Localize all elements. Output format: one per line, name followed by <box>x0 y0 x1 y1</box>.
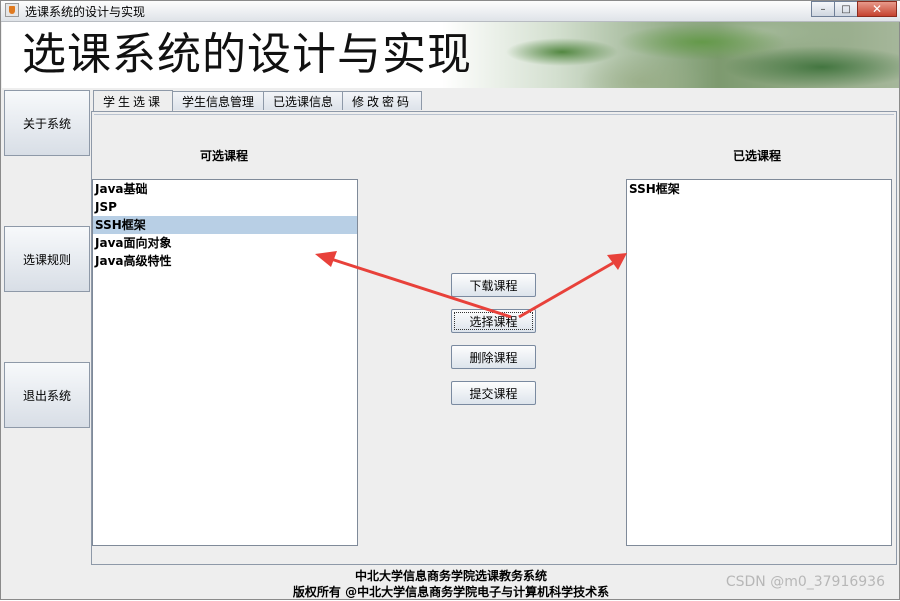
header-banner: 选课系统的设计与实现 <box>2 22 899 88</box>
minimize-button[interactable]: – <box>811 1 835 17</box>
watermark: CSDN @m0_37916936 <box>725 574 885 590</box>
java-cup-icon <box>5 3 19 17</box>
list-item[interactable]: SSH框架 <box>627 180 891 198</box>
palm-leaves-image <box>442 22 899 88</box>
list-item[interactable]: Java面向对象 <box>93 234 357 252</box>
list-item[interactable]: Java高级特性 <box>93 252 357 270</box>
delete-course-button[interactable]: 删除课程 <box>451 345 536 369</box>
title-bar[interactable]: 选课系统的设计与实现 – □ ✕ <box>1 1 900 22</box>
download-course-button[interactable]: 下载课程 <box>451 273 536 297</box>
close-button[interactable]: ✕ <box>857 1 897 17</box>
select-course-button[interactable]: 选择课程 <box>451 309 536 333</box>
selected-courses-list[interactable]: SSH框架 <box>626 179 892 546</box>
selected-courses-label: 已选课程 <box>733 149 782 163</box>
list-item[interactable]: SSH框架 <box>93 216 357 234</box>
course-rules-button[interactable]: 选课规则 <box>4 226 90 292</box>
window-title: 选课系统的设计与实现 <box>25 5 146 19</box>
available-courses-list[interactable]: Java基础 JSP SSH框架 Java面向对象 Java高级特性 <box>92 179 358 546</box>
about-system-button[interactable]: 关于系统 <box>4 90 90 156</box>
tab-bar: 学生选课 学生信息管理 已选课信息 修改密码 <box>93 90 423 111</box>
maximize-button[interactable]: □ <box>834 1 858 17</box>
available-courses-label: 可选课程 <box>200 149 249 163</box>
tab-student-info-management[interactable]: 学生信息管理 <box>172 91 265 110</box>
tab-selected-course-info[interactable]: 已选课信息 <box>263 91 344 110</box>
application-window: 选课系统的设计与实现 – □ ✕ 选课系统的设计与实现 关于系统 选课规则 退出… <box>0 0 900 600</box>
exit-system-button[interactable]: 退出系统 <box>4 362 90 428</box>
banner-title: 选课系统的设计与实现 <box>22 29 472 80</box>
list-item[interactable]: Java基础 <box>93 180 357 198</box>
submit-course-button[interactable]: 提交课程 <box>451 381 536 405</box>
tab-change-password[interactable]: 修改密码 <box>342 91 423 110</box>
list-item[interactable]: JSP <box>93 198 357 216</box>
tab-student-course-selection[interactable]: 学生选课 <box>93 90 174 111</box>
